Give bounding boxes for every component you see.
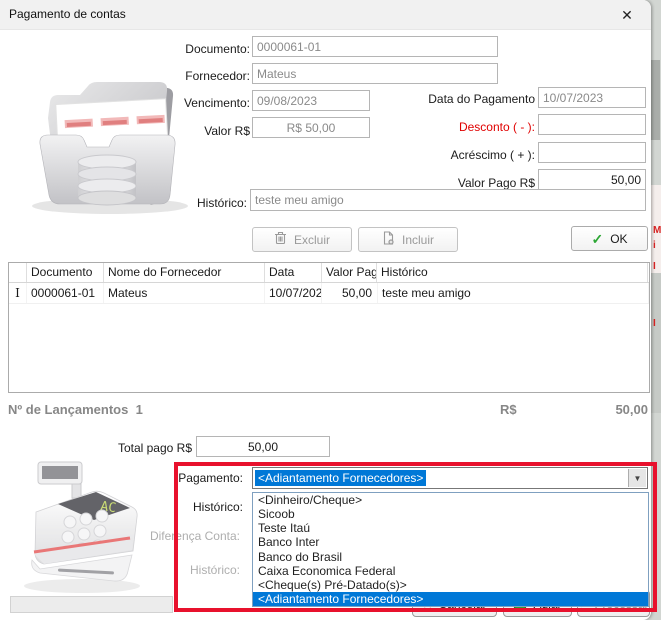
ok-label: OK [610,232,627,246]
documento-label: Documento: [150,42,250,56]
dropdown-option[interactable]: Banco Inter [253,535,648,549]
num-lancamentos-label: Nº de Lançamentos [8,402,128,417]
document-add-icon [382,231,395,249]
dropdown-option[interactable]: <Cheque(s) Pré-Datado(s)> [253,578,648,592]
cell-fornecedor: Mateus [104,283,265,303]
cell-documento: 0000061-01 [27,283,104,303]
num-lancamentos: Nº de Lançamentos 1 [8,402,143,417]
dialog-title: Pagamento de contas [9,7,126,21]
valor-field[interactable]: R$ 50,00 [252,117,370,138]
diferenca-conta-label: Diferença Conta: [115,529,240,543]
background-red-text: i [653,241,656,251]
dropdown-option[interactable]: <Dinheiro/Cheque> [253,493,648,507]
col-nome-fornecedor: Nome do Fornecedor [104,263,265,282]
cash-register-image: AC [18,448,146,596]
background-red-text: I [653,319,656,329]
chevron-down-icon[interactable]: ▼ [628,469,646,487]
acrescimo-label: Acréscimo ( + ): [415,148,535,162]
data-pagamento-field[interactable]: 10/07/2023 [538,87,646,108]
pagamento-label: Pagamento: [143,471,243,485]
incluir-label: Incluir [402,233,434,247]
desconto-field[interactable] [538,114,646,135]
background-scrollbar [651,60,660,140]
cell-historico: teste meu amigo [378,283,649,303]
data-pagamento-label: Data do Pagamento [415,92,535,106]
cell-filler [649,283,653,303]
col-data: Data [265,263,322,282]
num-lancamentos-value: 1 [136,402,143,417]
historico-label: Histórico: [147,196,247,210]
cell-valor-pago: 50,00 [322,283,378,303]
pagamento-combobox[interactable]: <Adiantamento Fornecedores> ▼ [252,467,648,489]
excluir-button[interactable]: Excluir [252,227,352,252]
documento-field[interactable]: 0000061-01 [252,36,498,57]
background-red-text: M [653,226,661,236]
pagamento-dropdown-list: <Dinheiro/Cheque> Sicoob Teste Itaú Banc… [252,492,649,607]
table-header-row: Documento Nome do Fornecedor Data Valor … [9,263,649,283]
svg-text:AC: AC [99,499,117,516]
cell-data: 10/07/2023 [265,283,322,303]
valor-pago-label: Valor Pago R$ [415,176,535,190]
dropdown-option[interactable]: Sicoob [253,507,648,521]
acrescimo-field[interactable] [538,142,646,163]
valor-pago-field[interactable]: 50,00 [538,169,646,190]
col-historico: Histórico [377,263,648,282]
title-bar: Pagamento de contas ✕ [0,0,651,30]
dropdown-option[interactable]: Banco do Brasil [253,550,648,564]
row-marker-icon: I [9,283,27,303]
dropdown-option[interactable]: Teste Itaú [253,521,648,535]
historico-inferior-label: Histórico: [140,563,240,577]
background-red-text: I [653,262,656,272]
background-window-strip: M i I I [650,0,661,620]
excluir-label: Excluir [294,233,330,247]
dropdown-option-selected[interactable]: <Adiantamento Fornecedores> [253,592,648,606]
summary-currency: R$ [500,402,517,417]
row-marker-header [9,263,27,282]
total-pago-label: Total pago R$ [92,441,192,455]
pagamento-de-contas-dialog: Pagamento de contas ✕ [0,0,651,620]
disabled-historico-field [10,596,173,613]
summary-total: 50,00 [560,402,648,417]
lancamentos-table: Documento Nome do Fornecedor Data Valor … [8,262,650,393]
combobox-selected-value: <Adiantamento Fornecedores> [255,470,426,486]
historico-pagamento-label: Histórico: [143,500,243,514]
fornecedor-label: Fornecedor: [150,69,250,83]
col-documento: Documento [27,263,104,282]
valor-label: Valor R$ [150,124,250,138]
col-valor-pago: Valor Pago [322,263,377,282]
table-row[interactable]: I 0000061-01 Mateus 10/07/2023 50,00 tes… [9,283,649,304]
col-filler [648,263,652,282]
dropdown-option[interactable]: Caixa Economica Federal [253,564,648,578]
ok-button[interactable]: ✓ OK [571,226,648,251]
historico-field[interactable]: teste meu amigo [250,189,646,211]
desconto-label: Desconto ( - ): [415,120,535,134]
check-icon: ✓ [591,233,603,245]
close-icon[interactable]: ✕ [615,5,639,25]
trash-icon [274,231,287,248]
fornecedor-field[interactable]: Mateus [252,63,498,84]
vencimento-label: Vencimento: [150,96,250,110]
incluir-button[interactable]: Incluir [358,227,458,252]
vencimento-field[interactable]: 09/08/2023 [252,90,370,111]
total-pago-field[interactable]: 50,00 [196,436,330,457]
